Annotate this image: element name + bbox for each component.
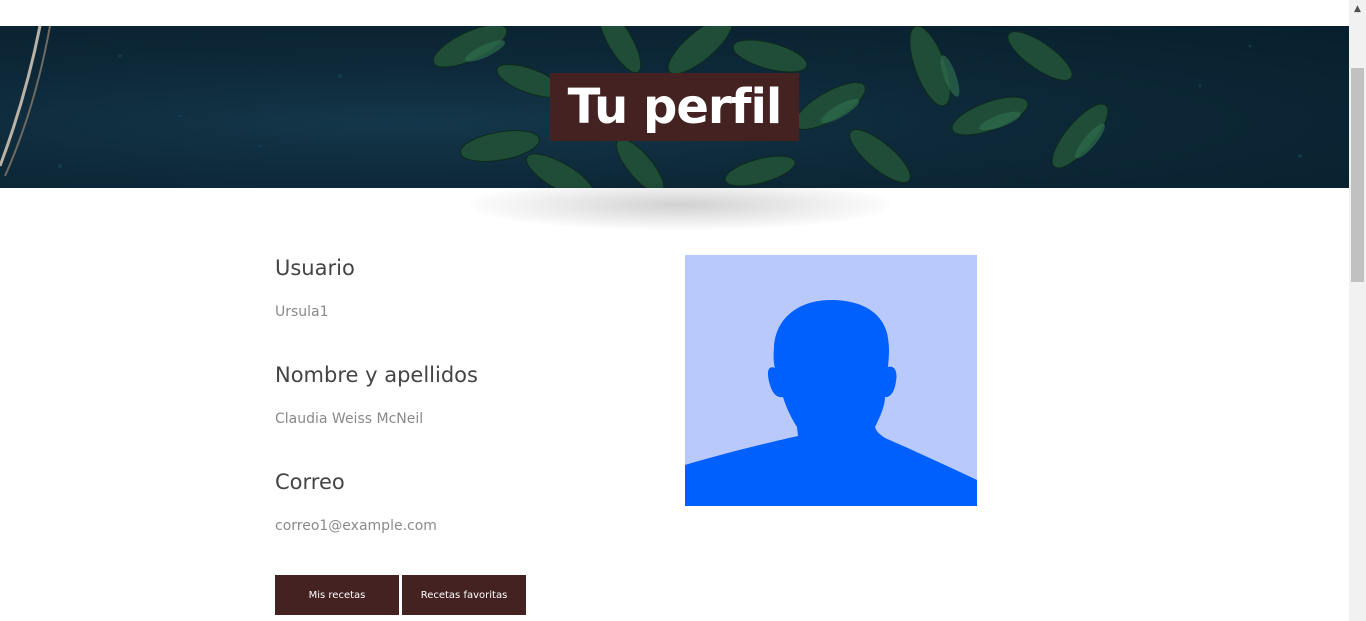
hero-banner: Tu perfil	[0, 26, 1349, 188]
email-label: Correo	[275, 470, 345, 494]
scrollbar-thumb[interactable]	[1351, 68, 1364, 282]
top-bar	[0, 0, 1349, 26]
vertical-scrollbar[interactable]: ▲	[1349, 0, 1366, 621]
fullname-value: Claudia Weiss McNeil	[275, 411, 424, 427]
user-silhouette-icon	[685, 255, 977, 506]
hero-title-box: Tu perfil	[550, 73, 799, 141]
email-value: correo1@example.com	[275, 518, 437, 534]
hero-shadow	[470, 180, 890, 230]
my-recipes-button[interactable]: Mis recetas	[275, 575, 399, 615]
username-label: Usuario	[275, 256, 355, 280]
fullname-label: Nombre y apellidos	[275, 363, 478, 387]
page-title: Tu perfil	[567, 79, 783, 135]
favorite-recipes-button[interactable]: Recetas favoritas	[402, 575, 526, 615]
page: Tu perfil Usuario Ursula1 Nombre y apell…	[0, 0, 1366, 621]
scroll-up-arrow-icon[interactable]: ▲	[1349, 0, 1366, 17]
username-value: Ursula1	[275, 304, 329, 320]
